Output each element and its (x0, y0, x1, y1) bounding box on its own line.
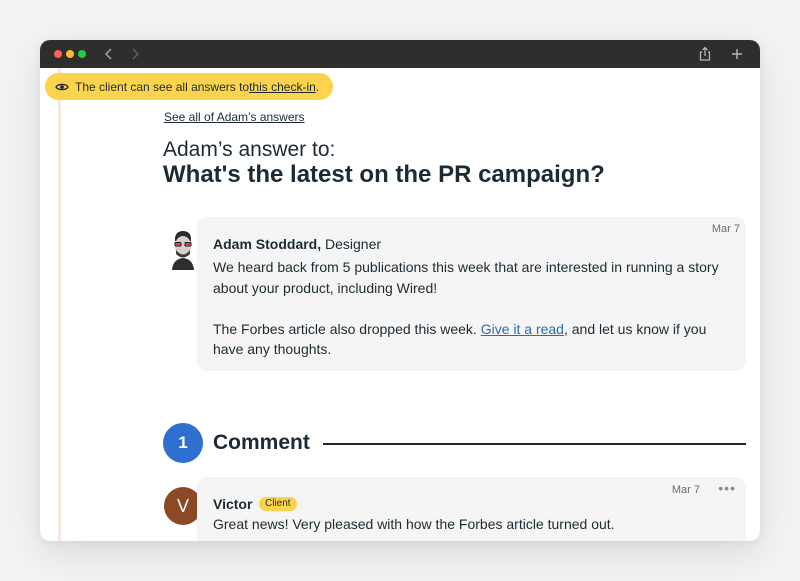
author-name[interactable]: Adam Stoddard, (213, 236, 321, 252)
new-tab-icon[interactable] (730, 46, 744, 74)
answer-paragraph-2: The Forbes article also dropped this wee… (213, 319, 733, 360)
question-title: What's the latest on the PR campaign? (163, 161, 605, 188)
see-all-answers-link[interactable]: See all of Adam’s answers (164, 110, 305, 124)
eye-icon (55, 82, 69, 92)
comments-heading: Comment (213, 431, 310, 454)
answer-author: Adam Stoddard, Designer (213, 236, 381, 252)
comment-date: Mar 7 (671, 484, 700, 496)
left-accent-rule (58, 68, 61, 541)
browser-window: The client can see all answers to this c… (40, 40, 760, 541)
answer-body: We heard back from 5 publications this w… (213, 257, 733, 360)
forward-icon[interactable] (128, 47, 142, 75)
minimize-window-button[interactable] (66, 50, 74, 58)
zoom-window-button[interactable] (78, 50, 86, 58)
comments-header: 1 Comment (163, 423, 746, 463)
client-badge: Client (259, 497, 297, 511)
share-icon[interactable] (698, 46, 712, 74)
answer-date: Mar 7 (711, 223, 740, 235)
comment-author[interactable]: Victor (213, 496, 252, 512)
banner-text-suffix: . (315, 79, 320, 94)
paragraph-text: The Forbes article also dropped this wee… (213, 320, 481, 337)
answer-to-heading: Adam’s answer to: (163, 138, 336, 161)
comment-card: Mar 7 ••• Victor Client Great news! Very… (197, 477, 746, 541)
back-icon[interactable] (102, 47, 116, 75)
answer-paragraph: We heard back from 5 publications this w… (213, 259, 719, 296)
close-window-button[interactable] (54, 50, 62, 58)
give-it-a-read-link[interactable]: Give it a read (481, 321, 564, 337)
adam-avatar[interactable] (168, 228, 198, 270)
check-in-link[interactable]: this check-in (249, 80, 316, 94)
more-options-icon[interactable]: ••• (718, 480, 736, 496)
comment-count-badge: 1 (163, 423, 203, 463)
answer-card: Mar 7 Adam Stoddard, Designer We heard b… (197, 217, 746, 371)
title-bar (40, 40, 760, 68)
client-visibility-banner: The client can see all answers to this c… (45, 73, 334, 100)
banner-text: The client can see all answers to (75, 79, 250, 94)
comments-divider (323, 443, 746, 445)
author-role: Designer (321, 236, 382, 252)
comment-text: Great news! Very pleased with how the Fo… (213, 516, 615, 532)
